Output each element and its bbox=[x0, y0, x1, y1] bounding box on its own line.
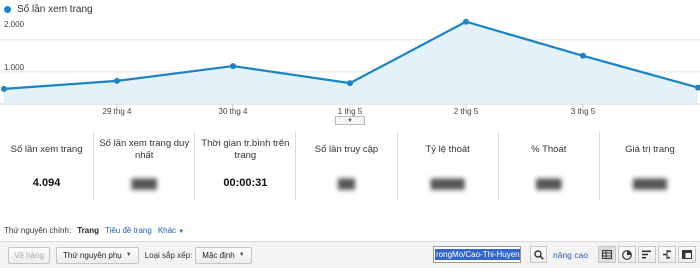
metric-value-redacted: ▇▇▇▇ bbox=[632, 178, 667, 190]
x-tick-label: 30 thg 4 bbox=[218, 107, 248, 116]
secondary-dimension-dropdown[interactable]: Thứ nguyên phụ ▼ bbox=[56, 246, 139, 264]
sort-type-value: Mặc định bbox=[202, 250, 235, 260]
data-point bbox=[1, 85, 7, 92]
metric-value-redacted: ▇▇ bbox=[338, 178, 355, 190]
legend-label: Số lần xem trang bbox=[17, 3, 93, 15]
metric-label: Số lần truy cập bbox=[314, 144, 379, 155]
view-table-button[interactable] bbox=[598, 246, 616, 263]
plot-rows-button[interactable]: Vẽ hàng bbox=[8, 246, 50, 264]
view-pie-button[interactable] bbox=[618, 246, 636, 263]
metric-value-redacted: ▇▇▇▇ bbox=[430, 178, 465, 190]
metric-pageviews[interactable]: Số lần xem trang 4.094 bbox=[0, 132, 93, 200]
data-point bbox=[463, 18, 469, 25]
pie-chart-icon bbox=[622, 249, 632, 260]
metric-exit-percent[interactable]: % Thoát ▇▇▇ bbox=[497, 132, 599, 200]
bar-chart-icon bbox=[642, 250, 651, 259]
chevron-down-icon: ▼ bbox=[178, 229, 185, 235]
chevron-down-icon: ▼ bbox=[125, 252, 132, 258]
view-performance-button[interactable] bbox=[638, 246, 656, 263]
chart-canvas bbox=[0, 18, 700, 108]
x-tick-label: 29 thg 4 bbox=[102, 107, 132, 116]
metric-avg-time[interactable]: Thời gian tr.bình trên trang 00:00:31 bbox=[194, 132, 295, 200]
view-pivot-button[interactable] bbox=[678, 246, 696, 263]
dimension-other-dropdown[interactable]: Khác ▼ bbox=[158, 226, 184, 235]
table-toolbar: Vẽ hàng Thứ nguyên phụ ▼ Loại sắp xếp: M… bbox=[0, 241, 700, 268]
dimension-other-label: Khác bbox=[157, 226, 177, 235]
sort-type-label: Loại sắp xếp: bbox=[144, 250, 193, 260]
collapse-chart-handle[interactable]: ▼ bbox=[335, 116, 365, 125]
primary-dimension-label: Thứ nguyên chính: bbox=[4, 226, 72, 235]
advanced-filter-link[interactable]: nâng cao bbox=[553, 250, 588, 260]
metric-bounce-rate[interactable]: Tỷ lệ thoát ▇▇▇▇ bbox=[396, 132, 498, 200]
metric-value: 00:00:31 bbox=[223, 177, 268, 189]
search-button[interactable] bbox=[530, 246, 547, 263]
x-tick-label: 3 thg 5 bbox=[570, 107, 596, 116]
chart-legend[interactable]: Số lần xem trang bbox=[4, 2, 93, 16]
view-switcher bbox=[598, 246, 696, 263]
dimension-page-title-link[interactable]: Tiêu đề trang bbox=[105, 226, 152, 235]
metric-value: 4.094 bbox=[32, 177, 61, 189]
secondary-dimension-label: Thứ nguyên phụ bbox=[63, 250, 122, 260]
metric-label: Thời gian tr.bình trên trang bbox=[201, 138, 290, 161]
y-tick-1000: 1.000 bbox=[4, 63, 25, 72]
chevron-down-icon: ▼ bbox=[347, 117, 353, 124]
table-view-icon bbox=[602, 250, 612, 259]
dimension-page[interactable]: Trang bbox=[77, 226, 99, 235]
metrics-summary: Số lần xem trang 4.094 Số lần xem trang … bbox=[0, 132, 700, 200]
metric-label: Tỷ lệ thoát bbox=[425, 144, 470, 155]
data-point bbox=[114, 77, 120, 84]
data-point bbox=[230, 63, 236, 70]
metric-unique-pageviews[interactable]: Số lần xem trang duy nhất ▇▇▇ bbox=[93, 132, 194, 200]
metric-page-value[interactable]: Giá trị trang ▇▇▇▇ bbox=[598, 132, 700, 200]
chevron-down-icon: ▼ bbox=[238, 252, 245, 258]
search-icon bbox=[533, 249, 544, 260]
pivot-table-icon bbox=[682, 250, 692, 259]
legend-dot-icon bbox=[4, 5, 11, 13]
primary-dimension-bar: Thứ nguyên chính: Trang Tiêu đề trang Kh… bbox=[4, 226, 184, 235]
metric-entrances[interactable]: Số lần truy cập ▇▇ bbox=[295, 132, 396, 200]
line-chart: 2.000 1.000 29 thg 4 30 thg 4 1 thg 5 2 … bbox=[0, 0, 700, 122]
metric-label: Giá trị trang bbox=[625, 144, 675, 155]
metric-label: % Thoát bbox=[531, 144, 567, 155]
metric-value-redacted: ▇▇▇ bbox=[536, 178, 562, 190]
metric-value-redacted: ▇▇▇ bbox=[131, 178, 157, 190]
metric-label: Số lần xem trang bbox=[10, 144, 83, 155]
sort-type-dropdown[interactable]: Mặc định ▼ bbox=[195, 246, 252, 264]
search-input-selected-text: rongMo/Cao-Thi-Huyen bbox=[435, 249, 520, 260]
x-tick-label: 2 thg 5 bbox=[453, 107, 479, 116]
x-tick-label: 1 thg 5 bbox=[337, 107, 363, 116]
data-point bbox=[347, 80, 353, 87]
table-search-input[interactable]: rongMo/Cao-Thi-Huyen bbox=[433, 246, 521, 263]
metric-label: Số lần xem trang duy nhất bbox=[99, 138, 190, 161]
series-area-fill bbox=[4, 21, 698, 104]
data-point bbox=[580, 52, 586, 59]
view-comparison-button[interactable] bbox=[658, 246, 676, 263]
y-tick-2000: 2.000 bbox=[4, 20, 25, 29]
comparison-icon bbox=[663, 250, 671, 259]
